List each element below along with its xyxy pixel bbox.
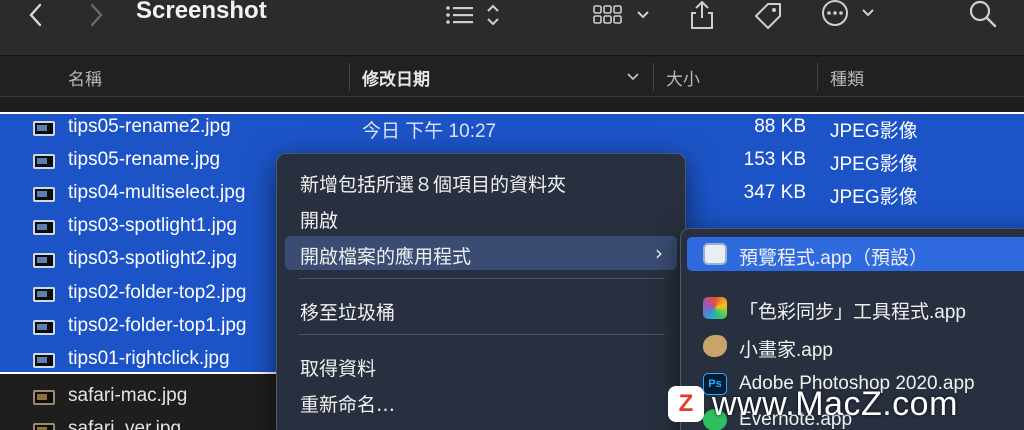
- file-size: 347 KB: [743, 182, 806, 203]
- menu-item-label: 開啟: [300, 210, 339, 232]
- jpeg-file-icon: [33, 287, 55, 302]
- column-name[interactable]: 名稱: [68, 57, 102, 97]
- column-divider[interactable]: [653, 63, 654, 91]
- file-name: tips03-spotlight2.jpg: [68, 248, 237, 269]
- file-name: safari-mac.jpg: [68, 385, 188, 406]
- menu-item-label: 重新命名…: [300, 394, 396, 416]
- search-button[interactable]: [966, 0, 1000, 30]
- file-kind: JPEG影像: [830, 121, 918, 142]
- watermark-text: www.MacZ.com: [712, 384, 958, 423]
- menu-item-label: 新增包括所選８個項目的資料夾: [300, 174, 567, 196]
- column-date-label: 修改日期: [362, 69, 430, 90]
- file-row[interactable]: tips05-rename2.jpg 今日 下午 10:27 88 KB JPE…: [0, 112, 1024, 145]
- menu-separator: [299, 334, 665, 335]
- share-icon: [691, 0, 713, 29]
- jpeg-file-icon: [33, 320, 55, 335]
- paint-palette-app-icon: [703, 335, 727, 357]
- menu-item-label: 開啟檔案的應用程式: [300, 246, 472, 268]
- file-name: tips01-rightclick.jpg: [68, 348, 230, 369]
- view-options-button[interactable]: [440, 0, 506, 30]
- column-kind-label: 種類: [830, 69, 864, 90]
- jpeg-file-icon: [33, 154, 55, 169]
- file-size: 153 KB: [743, 149, 806, 170]
- column-name-label: 名稱: [68, 69, 102, 90]
- chevron-right-icon: [90, 3, 103, 27]
- menu-item-open[interactable]: 開啟: [285, 200, 677, 234]
- column-kind[interactable]: 種類: [830, 57, 864, 97]
- share-button[interactable]: [686, 0, 718, 30]
- tag-icon: [755, 3, 781, 29]
- menu-item-open-with[interactable]: 開啟檔案的應用程式 ›: [285, 236, 677, 270]
- context-menu: 新增包括所選８個項目的資料夾 開啟 開啟檔案的應用程式 › 移至垃圾桶 取得資料…: [276, 153, 686, 430]
- file-date: 今日 下午 10:27: [362, 121, 497, 142]
- window-title: Screenshot: [136, 0, 267, 24]
- app-item-preview[interactable]: 預覽程式.app（預設）: [687, 237, 1024, 271]
- finder-toolbar: Screenshot: [0, 0, 1024, 56]
- watermark-logo: Z: [668, 386, 704, 422]
- app-item-label: 小畫家.app: [739, 340, 833, 361]
- file-name: tips05-rename.jpg: [68, 149, 221, 170]
- action-button[interactable]: [820, 0, 882, 30]
- menu-item-new-folder-with-selection[interactable]: 新增包括所選８個項目的資料夾: [285, 164, 677, 198]
- menu-separator: [299, 278, 665, 279]
- app-item-colorsync[interactable]: 「色彩同步」工具程式.app: [687, 291, 1024, 325]
- jpeg-file-icon: [33, 423, 55, 430]
- file-name: tips03-spotlight1.jpg: [68, 215, 237, 236]
- file-kind: JPEG影像: [830, 154, 918, 175]
- menu-item-label: 移至垃圾桶: [300, 302, 396, 324]
- column-date[interactable]: 修改日期: [362, 57, 652, 97]
- file-name: tips04-multiselect.jpg: [68, 182, 246, 203]
- search-icon: [969, 0, 997, 28]
- sort-chevron-down-icon: [627, 73, 639, 81]
- jpeg-file-icon: [33, 187, 55, 202]
- column-header-bar: 名稱 修改日期 大小 種類: [0, 57, 1024, 97]
- forward-button[interactable]: [84, 0, 110, 30]
- jpeg-file-icon: [33, 353, 55, 368]
- back-button[interactable]: [22, 0, 48, 30]
- app-item-label: 「色彩同步」工具程式.app: [739, 302, 966, 323]
- file-kind: JPEG影像: [830, 187, 918, 208]
- menu-item-move-to-trash[interactable]: 移至垃圾桶: [285, 292, 677, 326]
- more-icon: [822, 0, 874, 26]
- column-divider[interactable]: [349, 63, 350, 91]
- column-size-label: 大小: [666, 69, 700, 90]
- app-item-paintbrush[interactable]: 小畫家.app: [687, 329, 1024, 363]
- jpeg-file-icon: [33, 253, 55, 268]
- column-size[interactable]: 大小: [666, 57, 700, 97]
- watermark: Z www.MacZ.com: [668, 384, 958, 424]
- file-name: safari_ver.jpg: [68, 418, 182, 430]
- column-divider[interactable]: [817, 63, 818, 91]
- file-name: tips02-folder-top2.jpg: [68, 282, 247, 303]
- menu-item-get-info[interactable]: 取得資料: [285, 348, 677, 382]
- colorsync-app-icon: [703, 297, 727, 319]
- menu-item-label: 取得資料: [300, 358, 377, 380]
- file-name: tips05-rename2.jpg: [68, 116, 231, 137]
- grid-icon: [593, 5, 649, 24]
- tag-button[interactable]: [750, 0, 786, 30]
- jpeg-file-icon: [33, 220, 55, 235]
- chevron-left-icon: [29, 3, 42, 27]
- file-name: tips02-folder-top1.jpg: [68, 315, 247, 336]
- jpeg-file-icon: [33, 121, 55, 136]
- list-view-icon: [446, 4, 499, 26]
- file-size: 88 KB: [754, 116, 806, 137]
- preview-app-icon: [703, 243, 727, 265]
- jpeg-file-icon: [33, 390, 55, 405]
- app-item-label: 預覽程式.app（預設）: [739, 248, 928, 269]
- menu-item-rename[interactable]: 重新命名…: [285, 384, 677, 418]
- chevron-right-icon: ›: [655, 241, 663, 265]
- group-button[interactable]: [592, 0, 654, 30]
